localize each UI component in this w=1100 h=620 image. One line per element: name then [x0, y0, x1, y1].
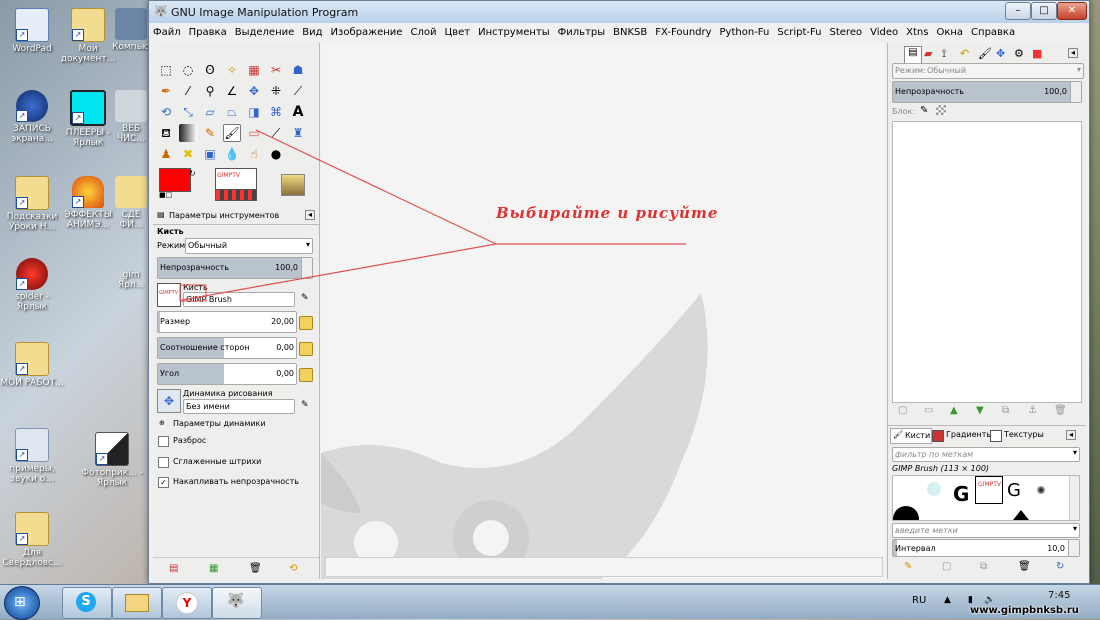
annotation-text: Выбирайте и рисуйте: [496, 204, 719, 222]
taskbar-yandex[interactable]: Y: [162, 587, 212, 619]
annotation-arrow-to-brush-tool: [255, 129, 497, 245]
taskbar: ⊞ S Y 🐺 RU ▲ ▮ 🔊 7:45 www.gimpbnksb.ru: [0, 584, 1100, 620]
clock[interactable]: 7:45: [1048, 590, 1070, 601]
annotation-arrow-to-brush-option: [181, 243, 497, 301]
volume-icon[interactable]: 🔊: [984, 595, 995, 605]
taskbar-gimp[interactable]: 🐺: [212, 587, 262, 619]
language-indicator[interactable]: RU: [912, 595, 926, 606]
taskbar-skype[interactable]: S: [62, 587, 112, 619]
taskbar-explorer[interactable]: [112, 587, 162, 619]
network-icon[interactable]: ▮: [968, 595, 973, 605]
skype-icon: S: [76, 592, 96, 612]
watermark-url: www.gimpbnksb.ru: [970, 605, 1079, 616]
tray-expand-icon[interactable]: ▲: [944, 595, 951, 605]
tutorial-annotation: [179, 129, 686, 302]
start-button[interactable]: ⊞: [4, 586, 40, 620]
folder-icon: [125, 594, 149, 612]
windows-logo-icon: ⊞: [14, 594, 26, 610]
yandex-icon: Y: [176, 592, 198, 614]
gimp-icon: 🐺: [227, 593, 245, 609]
